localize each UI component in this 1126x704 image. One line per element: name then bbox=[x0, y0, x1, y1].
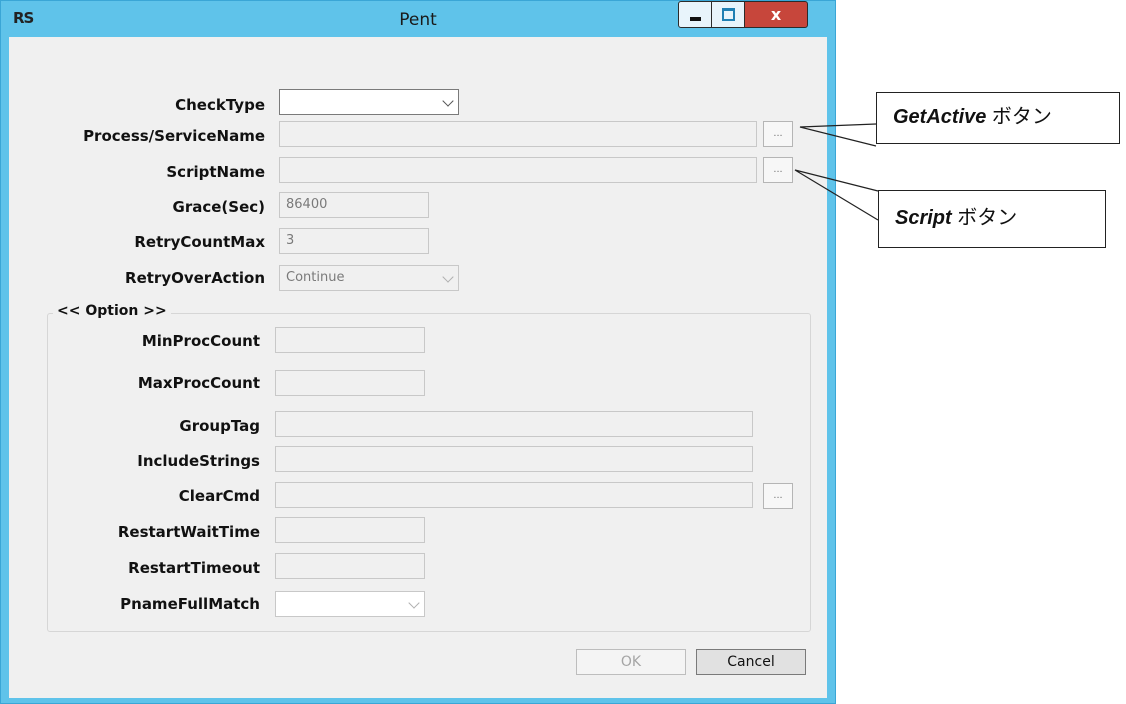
script-callout: Script ボタン bbox=[878, 190, 1106, 248]
get-active-callout-em: GetActive bbox=[893, 106, 987, 128]
script-callout-em: Script bbox=[895, 207, 952, 229]
script-callout-text: ボタン bbox=[951, 207, 1018, 229]
get-active-callout: GetActive ボタン bbox=[876, 92, 1120, 144]
get-active-leader bbox=[799, 123, 877, 147]
script-leader bbox=[794, 169, 879, 221]
get-active-callout-text: ボタン bbox=[986, 106, 1052, 128]
